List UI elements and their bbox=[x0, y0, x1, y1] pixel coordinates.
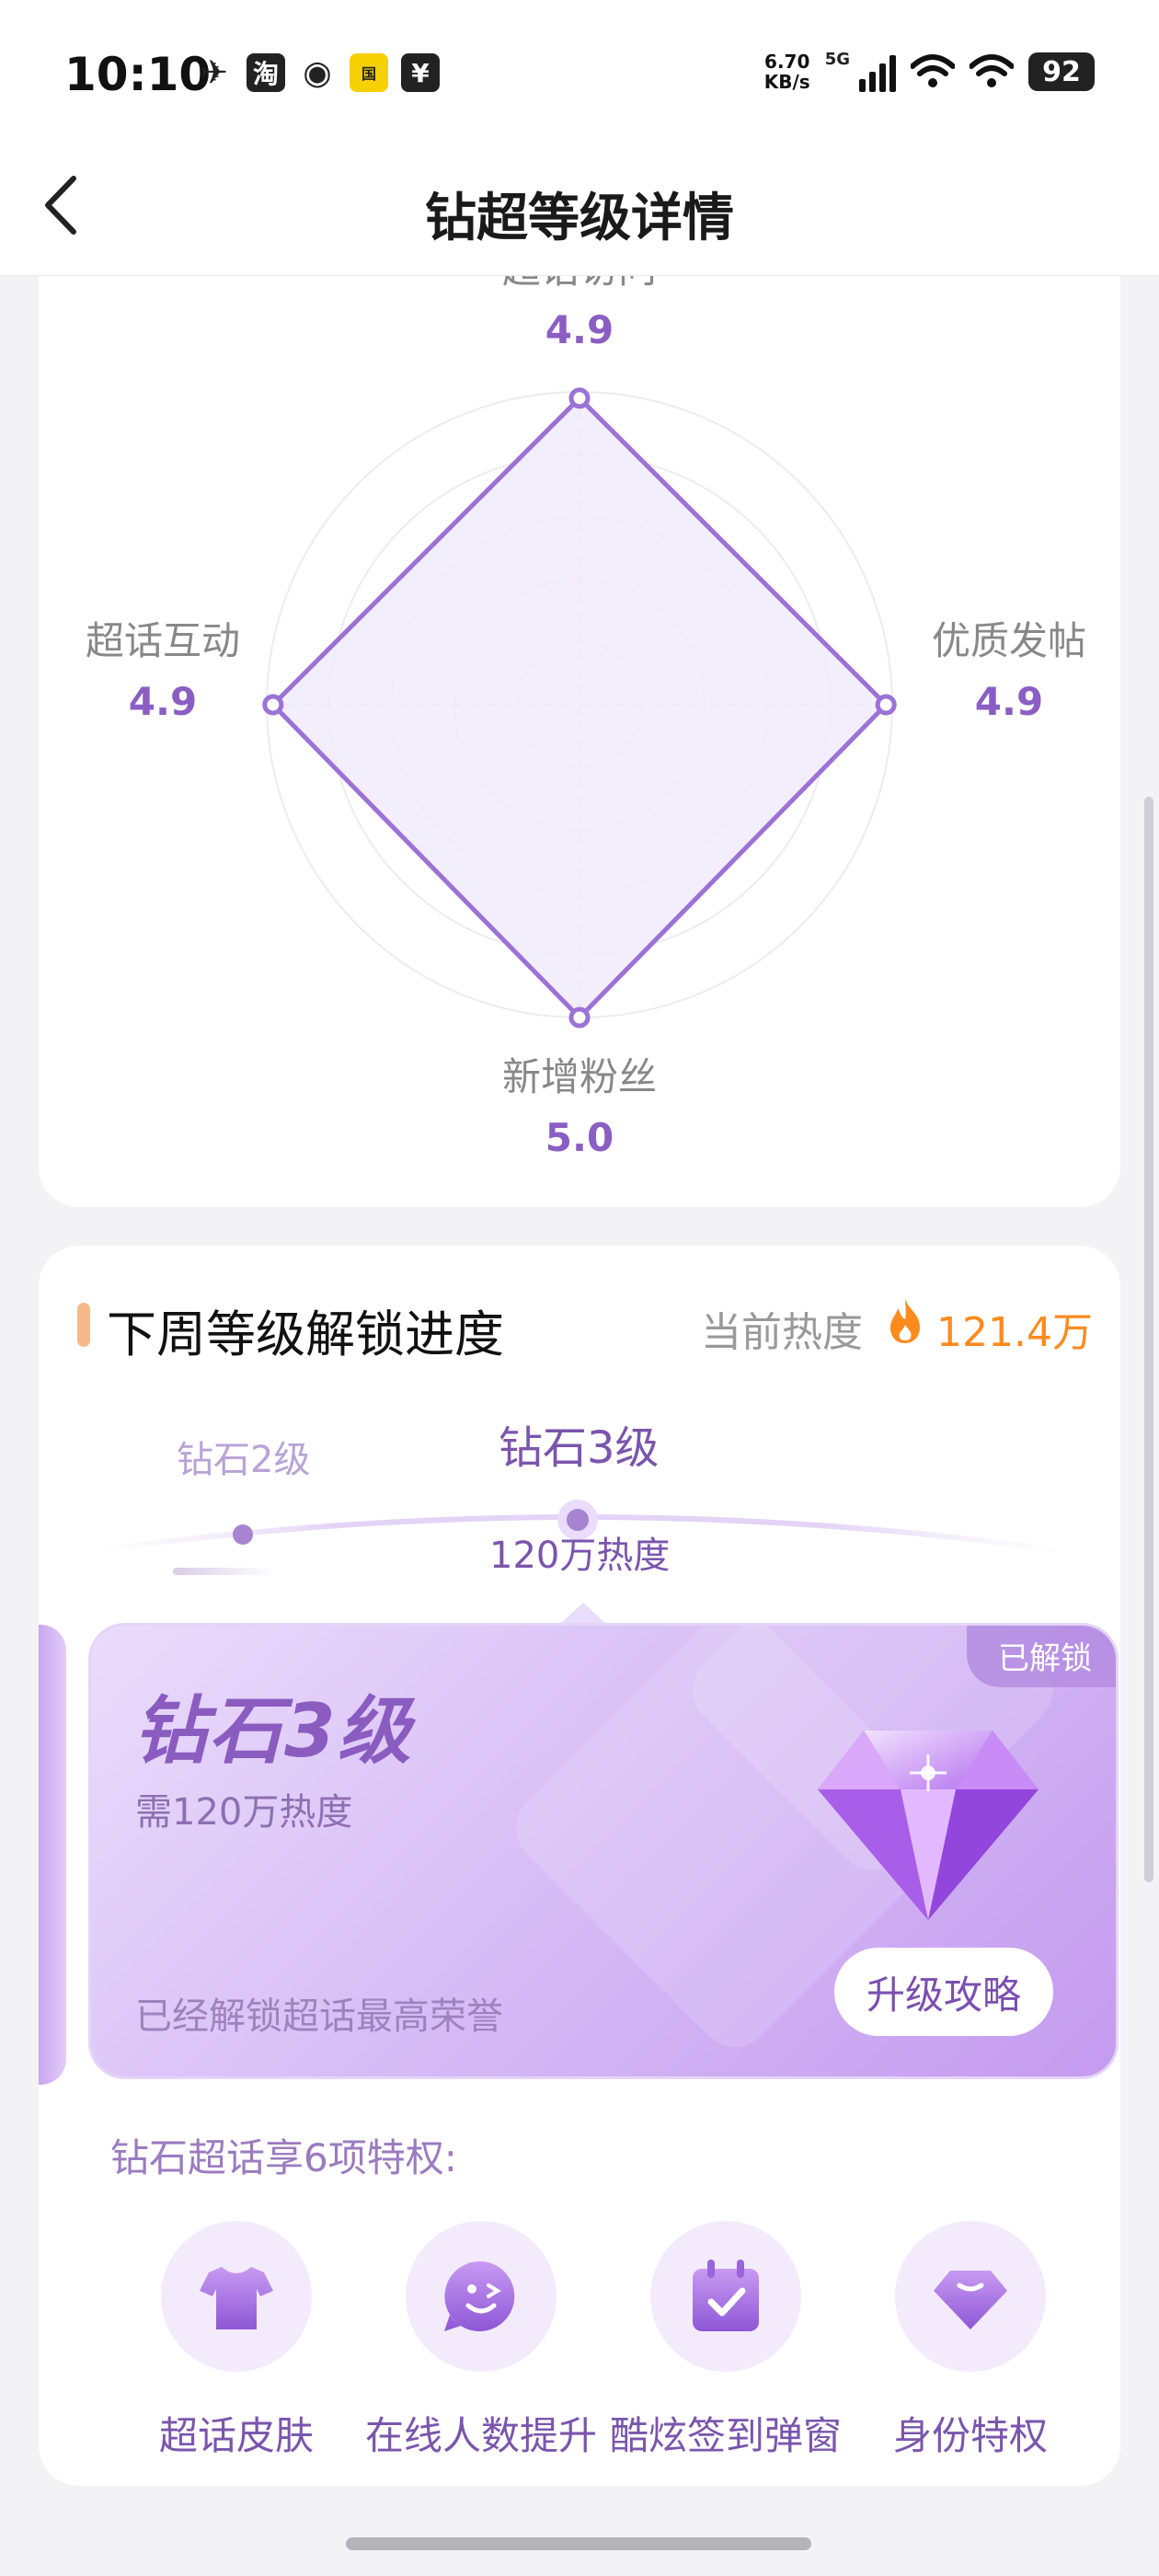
tshirt-icon bbox=[200, 2267, 273, 2329]
perk-label: 在线人数提升 bbox=[364, 2413, 597, 2458]
wifi-icon bbox=[911, 54, 955, 87]
radar-axis-label: 新增粉丝 bbox=[501, 1054, 657, 1099]
radar-point bbox=[568, 1006, 591, 1029]
status-right: 6.70 KB/s 5G 92 bbox=[764, 49, 1095, 92]
upgrade-guide-button[interactable]: 升级攻略 bbox=[834, 1948, 1053, 2036]
radar-axis-value: 5.0 bbox=[545, 1115, 614, 1160]
level-current[interactable]: 钻石3级 bbox=[499, 1411, 660, 1476]
perk-identity[interactable]: 身份特权 bbox=[846, 2221, 1095, 2461]
perk-skin[interactable]: 超话皮肤 bbox=[112, 2221, 361, 2461]
perk-label: 酷炫签到弹窗 bbox=[609, 2413, 842, 2458]
unlock-progress-card: 下周等级解锁进度 当前热度 121.4万 钻石2级 钻石3级 120万热度 已解… bbox=[39, 1246, 1120, 2486]
perk-online-boost[interactable]: 在线人数提升 bbox=[357, 2221, 605, 2461]
battery-icon: 92 bbox=[1028, 52, 1095, 91]
card-description: 已经解锁超话最高荣誉 bbox=[135, 1995, 503, 2038]
diamond-gem-icon bbox=[818, 1731, 1039, 1920]
level-prev-dot bbox=[233, 1524, 253, 1545]
status-app-icons: ✈ 淘 ◉ 国 ¥ bbox=[195, 53, 440, 92]
perks-title: 钻石超话享6项特权: bbox=[110, 2135, 457, 2180]
level-card[interactable]: 已解锁 钻石3级 需120万热度 已经解锁超话最高荣誉 升级攻略 bbox=[88, 1623, 1119, 2079]
status-bar: 10:10 ✈ 淘 ◉ 国 ¥ 6.70 KB/s 5G 92 bbox=[0, 0, 1159, 147]
home-indicator[interactable] bbox=[346, 2537, 811, 2550]
section-accent-bar bbox=[77, 1303, 90, 1347]
perk-icon-wrap bbox=[406, 2221, 557, 2372]
scrollbar[interactable] bbox=[1144, 797, 1153, 1882]
radar-point bbox=[568, 387, 591, 409]
level-current-requirement: 120万热度 bbox=[489, 1535, 671, 1577]
radar-label-bottom: 新增粉丝 5.0 bbox=[396, 1047, 763, 1168]
wifi-icon-2 bbox=[970, 54, 1014, 87]
radar-axis-value: 4.9 bbox=[974, 679, 1044, 724]
radar-point bbox=[262, 694, 284, 716]
signal-icon bbox=[859, 52, 896, 92]
perk-icon-wrap bbox=[161, 2221, 312, 2372]
card-level-name: 钻石3级 bbox=[133, 1688, 413, 1774]
page-title: 钻超等级详情 bbox=[425, 189, 734, 248]
taobao-app-icon: 淘 bbox=[247, 53, 285, 92]
alipay-app-icon: ¥ bbox=[401, 53, 440, 92]
radar-axis-value: 4.9 bbox=[545, 307, 614, 352]
radar-axis-value: 4.9 bbox=[128, 679, 198, 724]
calendar-check-icon bbox=[693, 2260, 759, 2331]
smile-face-icon bbox=[444, 2260, 515, 2331]
card-pointer bbox=[559, 1603, 607, 1625]
status-time: 10:10 bbox=[64, 48, 212, 101]
radar-series-polygon bbox=[270, 396, 889, 1020]
prev-level-card-edge[interactable] bbox=[39, 1625, 66, 2085]
heat-label: 当前热度 bbox=[701, 1309, 863, 1356]
card-requirement: 需120万热度 bbox=[135, 1791, 353, 1834]
section-title: 下周等级解锁进度 bbox=[107, 1305, 504, 1363]
weibo-app-icon: ◉ bbox=[303, 53, 332, 92]
perk-icon-wrap bbox=[895, 2221, 1046, 2372]
radar-axis-label: 超话互动 bbox=[85, 618, 240, 663]
radar-card: 超话访问 4.9 优质发帖 4.9 新增粉丝 5.0 超话互动 4.9 bbox=[39, 202, 1120, 1207]
network-type: 5G bbox=[824, 49, 850, 69]
unlocked-badge: 已解锁 bbox=[967, 1626, 1116, 1687]
perk-label: 超话皮肤 bbox=[158, 2413, 314, 2458]
bird-app-icon: ✈ bbox=[200, 53, 229, 92]
perk-icon-wrap bbox=[650, 2221, 801, 2372]
heat-value: 121.4万 bbox=[936, 1309, 1093, 1356]
speed-unit: KB/s bbox=[763, 71, 810, 93]
perk-label: 身份特权 bbox=[892, 2413, 1048, 2458]
radar-axis-label: 优质发帖 bbox=[931, 618, 1086, 663]
radar-label-left: 超话互动 4.9 bbox=[75, 611, 250, 732]
network-speed: 6.70 KB/s bbox=[764, 52, 810, 92]
diamond-badge-icon bbox=[934, 2271, 1007, 2329]
perk-checkin-popup[interactable]: 酷炫签到弹窗 bbox=[602, 2221, 850, 2461]
radar-label-right: 优质发帖 4.9 bbox=[922, 611, 1096, 732]
flame-icon bbox=[890, 1299, 920, 1343]
radar-point bbox=[875, 694, 897, 716]
speed-value: 6.70 bbox=[764, 51, 810, 73]
delivery-app-icon: 国 bbox=[350, 53, 388, 92]
